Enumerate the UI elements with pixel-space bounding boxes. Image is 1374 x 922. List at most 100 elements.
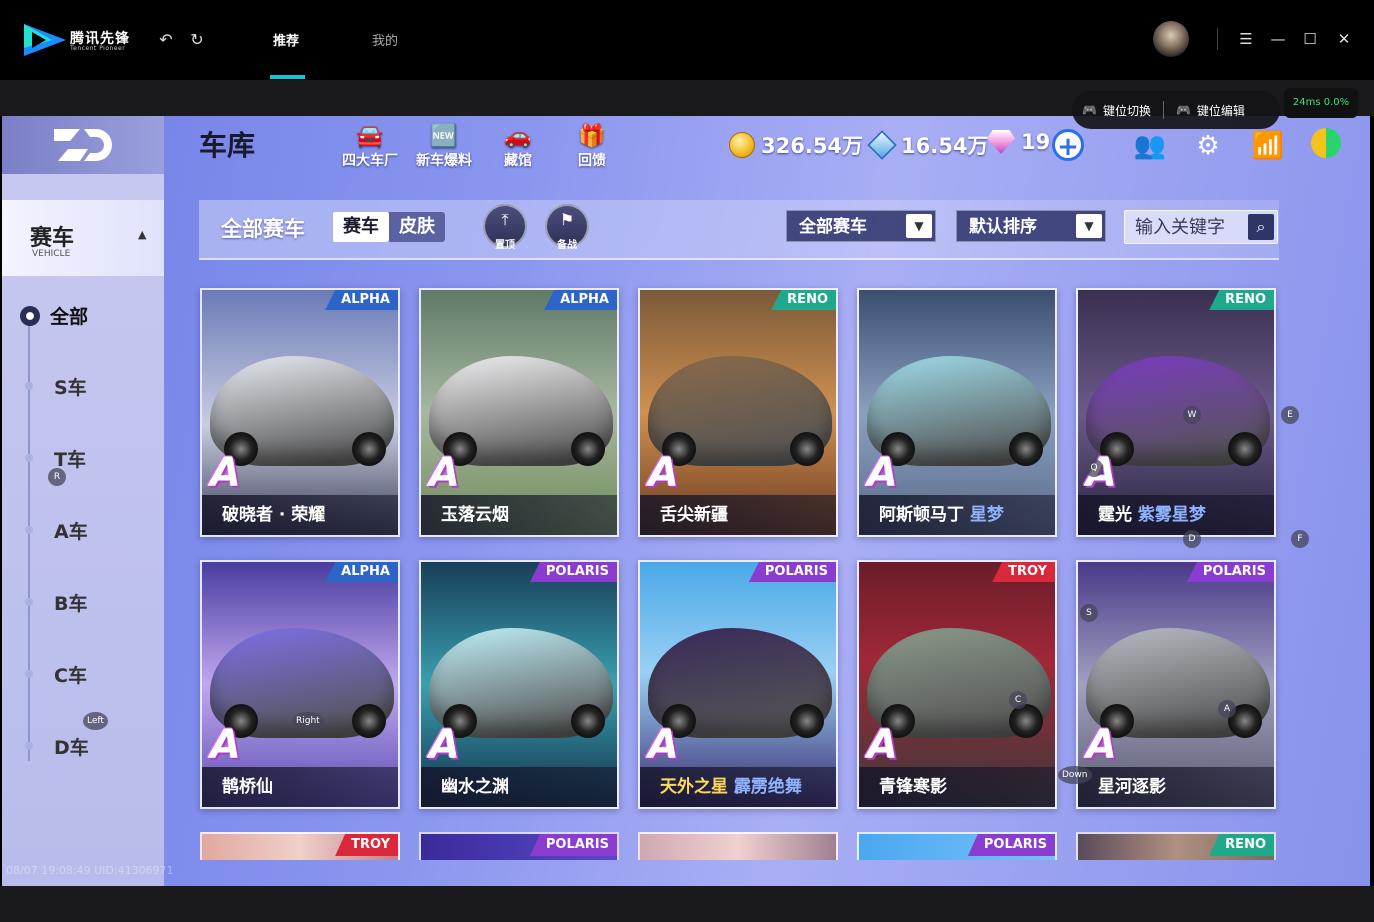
vehicle-name: 青锋寒影 [859,767,1055,807]
hud-key-hint: E [1281,406,1299,424]
sidebar-item-s[interactable]: S车 [54,373,87,400]
latency-indicator: 24ms 0.0% [1284,88,1358,118]
search-icon[interactable]: ⌕ [1248,214,1274,240]
nav-new-car-news[interactable]: 🆕 新车爆料 [411,124,477,170]
car-wheel [1009,432,1043,466]
manufacturer-badge: RENO [1209,290,1274,310]
manufacturer-badge: POLARIS [529,834,617,856]
segment-vehicle[interactable]: 赛车 [333,212,389,242]
vehicle-name: 破晓者 · 荣耀 [202,495,398,535]
filter-dropdown[interactable]: 全部赛车 ▼ [786,210,936,242]
vehicle-card[interactable]: RENO A 舌尖新疆 [638,288,838,537]
nav-collection[interactable]: 🚗 藏馆 [485,124,551,170]
vehicle-card-partial[interactable]: TROY [200,832,400,860]
vehicle-card[interactable]: A 阿斯顿马丁 星梦 [857,288,1057,537]
vehicle-card[interactable]: ALPHA A 破晓者 · 荣耀 [200,288,400,537]
friends-mail-icon[interactable]: 👥 [1132,128,1168,164]
sidebar-item-c[interactable]: C车 [54,661,87,688]
vehicle-card[interactable]: ALPHA A 鹊桥仙 [200,560,400,809]
vehicle-card-partial[interactable]: POLARIS [419,832,619,860]
car-wheel [790,704,824,738]
vehicle-name: 舌尖新疆 [640,495,836,535]
vehicle-card[interactable]: ALPHA A 玉落云烟 [419,288,619,537]
minimize-icon[interactable]: — [1267,28,1289,50]
gamepad-icon: 🎮 [1175,103,1191,117]
manufacturer-badge: POLARIS [529,562,617,582]
garage-car-icon: 🚗 [504,124,532,149]
vehicle-card-partial[interactable]: POLARIS [857,832,1057,860]
sidebar-item-a[interactable]: A车 [54,517,88,544]
rail-dot [25,598,33,606]
game-logo [2,116,164,174]
keybar-divider [1162,101,1164,119]
key-mapping-bar: 🎮 键位切换 🎮 键位编辑 [1072,91,1280,129]
close-icon[interactable]: ✕ [1333,28,1355,50]
car-wheel [571,704,605,738]
refresh-icon[interactable]: ↻ [187,30,207,50]
vehicle-card[interactable]: POLARIS A 星河逐影 [1076,560,1276,809]
grade-letter: A [867,722,898,768]
sidebar: 赛车 VEHICLE ▲ 全部 S车 T车 A车 B车 C车 D车 [2,116,164,886]
grade-letter: A [210,450,241,496]
car-wheel [1009,704,1043,738]
car-wheel [571,432,605,466]
undo-icon[interactable]: ↶ [156,30,176,50]
coin-icon [729,132,755,158]
flag-icon: ⚑ [559,210,575,229]
vehicle-card[interactable]: POLARIS A 天外之星 霹雳绝舞 [638,560,838,809]
sidebar-item-d[interactable]: D车 [54,733,89,760]
vehicle-card[interactable]: RENO A 霆光 紫雾星梦 [1076,288,1276,537]
gift-box-icon: 🎁 [578,124,606,149]
hud-key-hint: D [1183,530,1201,548]
recharge-plus-button[interactable]: + [1052,129,1084,162]
grade-letter: A [648,450,679,496]
nav-feedback[interactable]: 🎁 回馈 [559,124,625,170]
grade-letter: A [1086,722,1117,768]
key-switch-button[interactable]: 🎮 键位切换 [1082,102,1151,119]
grade-letter: A [867,450,898,496]
pin-top-icon: ⤒ [501,210,509,229]
vehicle-name: 天外之星 霹雳绝舞 [640,767,836,807]
collapse-arrow-icon[interactable]: ▲ [138,228,146,241]
sort-dropdown[interactable]: 默认排序 ▼ [956,210,1106,242]
sidebar-item-all[interactable]: 全部 [20,302,88,329]
hud-key-hint: W [1183,406,1201,424]
profile-badge-icon[interactable] [1308,128,1344,164]
ready-button[interactable]: ⚑ 备战 [545,204,589,251]
sidebar-item-b[interactable]: B车 [54,589,87,616]
vehicle-card[interactable]: TROY A 青锋寒影 [857,560,1057,809]
sidebar-item-label: 全部 [50,306,89,328]
manufacturer-badge: ALPHA [544,290,617,310]
title-bar: 腾讯先锋 Tencent Pioneer ↶ ↻ 推荐 我的 ☰ — ☐ ✕ [0,0,1374,80]
vehicle-card-partial[interactable] [638,832,838,860]
nav-four-factories[interactable]: 🚘 四大车厂 [337,124,403,170]
settings-gear-icon[interactable]: ⚙ [1190,128,1226,164]
vehicle-card[interactable]: POLARIS A 幽水之渊 [419,560,619,809]
vehicle-card-partial[interactable]: RENO [1076,832,1276,860]
manufacturer-badge: RENO [1209,834,1274,856]
menu-icon[interactable]: ☰ [1235,28,1257,50]
rail-dot [25,382,33,390]
hud-key-hint: R [48,468,66,486]
sidebar-category-vehicle[interactable]: 赛车 VEHICLE ▲ [2,200,164,276]
category-label: 赛车 [30,226,75,251]
maximize-icon[interactable]: ☐ [1299,28,1321,50]
segment-skin[interactable]: 皮肤 [389,212,445,242]
key-edit-button[interactable]: 🎮 键位编辑 [1176,102,1245,119]
car-wheel [352,704,386,738]
tab-recommend[interactable]: 推荐 [273,30,299,49]
user-avatar[interactable] [1153,21,1189,57]
manufacturer-badge: POLARIS [967,834,1055,856]
manufacturer-badge: RENO [771,290,836,310]
manufacturer-badge: POLARIS [1186,562,1274,582]
category-sublabel: VEHICLE [32,249,71,259]
chevron-down-icon: ▼ [906,214,932,238]
app-subname: Tencent Pioneer [70,45,126,52]
vehicle-name: 幽水之渊 [421,767,617,807]
search-input[interactable] [1135,211,1247,243]
type-segment: 赛车 皮肤 [333,212,445,242]
tab-mine[interactable]: 我的 [372,30,398,49]
pin-top-button[interactable]: ⤒ 置顶 [483,204,527,251]
speed-logo-icon [54,129,112,161]
grade-letter: A [429,450,460,496]
